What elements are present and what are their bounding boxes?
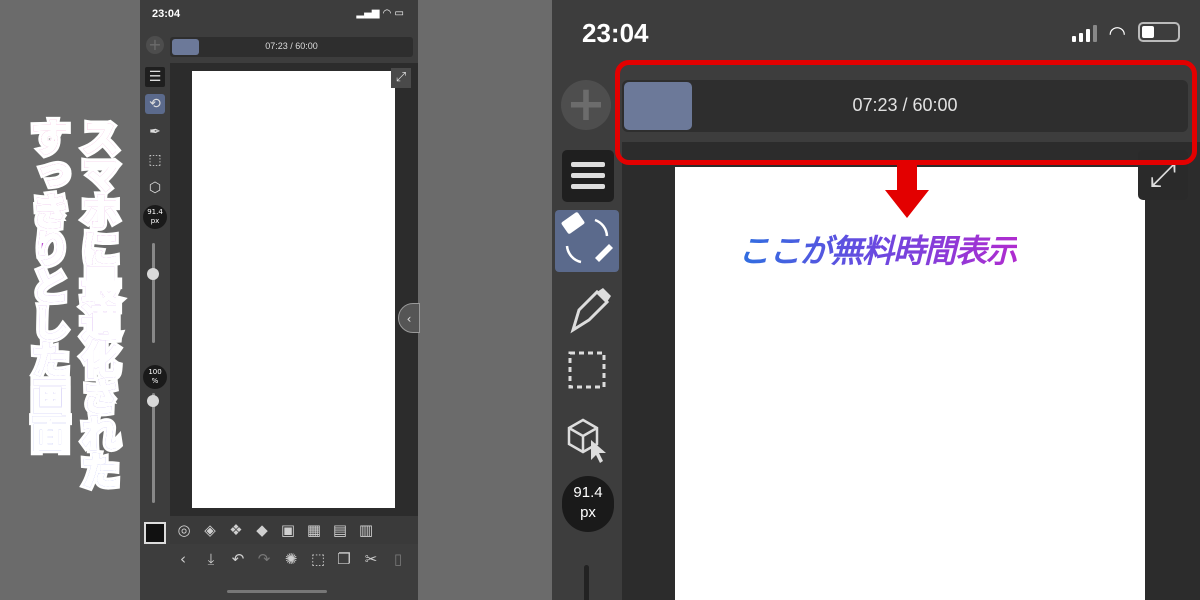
layers-icon[interactable]: ◈	[200, 521, 220, 539]
pen-icon-large[interactable]	[555, 280, 619, 342]
copy-icon[interactable]: ❐	[334, 550, 354, 568]
free-time-bar: 07:23 / 60:00	[170, 37, 413, 57]
wifi-icon: ◠	[1108, 21, 1126, 45]
calendar-icon[interactable]: ▥	[356, 521, 376, 539]
save-icon[interactable]: ⤓	[201, 550, 221, 568]
menu-icon[interactable]: ☰	[145, 67, 165, 87]
status-time-large: 23:04	[582, 18, 649, 48]
navigator-icon[interactable]: ◎	[174, 521, 194, 539]
eraser-transform-icon[interactable]: ⟲	[145, 94, 165, 114]
expand-icon-small[interactable]: ⤢	[391, 68, 411, 88]
loading-icon[interactable]: ✺	[281, 550, 301, 568]
cut-icon[interactable]: ✂	[361, 550, 381, 568]
eraser-transform-icon-large[interactable]	[555, 210, 619, 272]
brush-size-slider-large[interactable]	[584, 565, 589, 600]
battery-icon	[1138, 22, 1180, 42]
tiles-icon[interactable]: ▦	[304, 521, 324, 539]
back-icon[interactable]: ‹	[173, 550, 193, 568]
fill-settings-icon[interactable]: ◆	[252, 521, 272, 539]
bottom-toolbar-1: ◎ ◈ ❖ ◆ ▣ ▦ ▤ ▥	[170, 516, 418, 544]
selection-icon[interactable]: ⬚	[145, 150, 165, 170]
3d-object-icon[interactable]: ⬡	[145, 178, 165, 198]
timeline-icon[interactable]: ▤	[330, 521, 350, 539]
opacity-unit: %	[151, 377, 159, 385]
brush-size-badge[interactable]: 91.4 px	[143, 205, 167, 229]
main-color-swatch[interactable]	[144, 522, 166, 544]
brush-size-unit: px	[150, 217, 160, 225]
status-time: 23:04	[152, 8, 181, 20]
opacity-knob[interactable]	[147, 395, 159, 407]
opacity-slider[interactable]	[152, 393, 155, 503]
headline-line2: すっきりとした画面	[24, 117, 70, 452]
brush-size-value-large: 91.4	[573, 484, 603, 501]
brush-size-badge-large[interactable]: 91.4 px	[562, 476, 614, 532]
add-icon[interactable]: +	[146, 36, 164, 54]
headline-line1: スマホに最適化された	[74, 117, 120, 489]
brush-size-unit-large: px	[580, 504, 596, 521]
brush-size-knob[interactable]	[147, 268, 159, 280]
pen-icon[interactable]: ✒	[145, 122, 165, 142]
signal-icon	[1071, 25, 1097, 42]
opacity-value: 100	[148, 368, 162, 376]
material-icon[interactable]: ▣	[278, 521, 298, 539]
selection-icon-large[interactable]	[555, 345, 619, 407]
3d-object-icon-large[interactable]	[555, 410, 619, 472]
redo-icon[interactable]: ↷	[254, 550, 274, 568]
undo-icon[interactable]: ↶	[228, 550, 248, 568]
drawing-canvas-small[interactable]	[192, 71, 395, 508]
menu-icon-large[interactable]	[562, 150, 614, 202]
free-time-highlight-box	[615, 60, 1197, 165]
home-indicator	[227, 590, 327, 593]
arrow-shaft	[897, 165, 917, 191]
brush-size-slider[interactable]	[152, 243, 155, 343]
collapse-handle[interactable]: ‹	[398, 303, 420, 333]
paste-icon[interactable]: ▯	[388, 550, 408, 568]
add-icon-large[interactable]: +	[561, 80, 611, 130]
status-icons-large: ◠	[1071, 21, 1180, 45]
callout-text: ここが無料時間表示	[738, 226, 1018, 272]
opacity-badge[interactable]: 100 %	[143, 365, 167, 389]
transform-icon[interactable]: ⬚	[308, 550, 328, 568]
arrow-down-icon	[885, 190, 929, 218]
layer-properties-icon[interactable]: ❖	[226, 521, 246, 539]
brush-size-value: 91.4	[147, 208, 163, 216]
free-time-text: 07:23 / 60:00	[265, 41, 318, 51]
status-icons: ▂▄▆ ◠ ▭	[356, 8, 404, 19]
